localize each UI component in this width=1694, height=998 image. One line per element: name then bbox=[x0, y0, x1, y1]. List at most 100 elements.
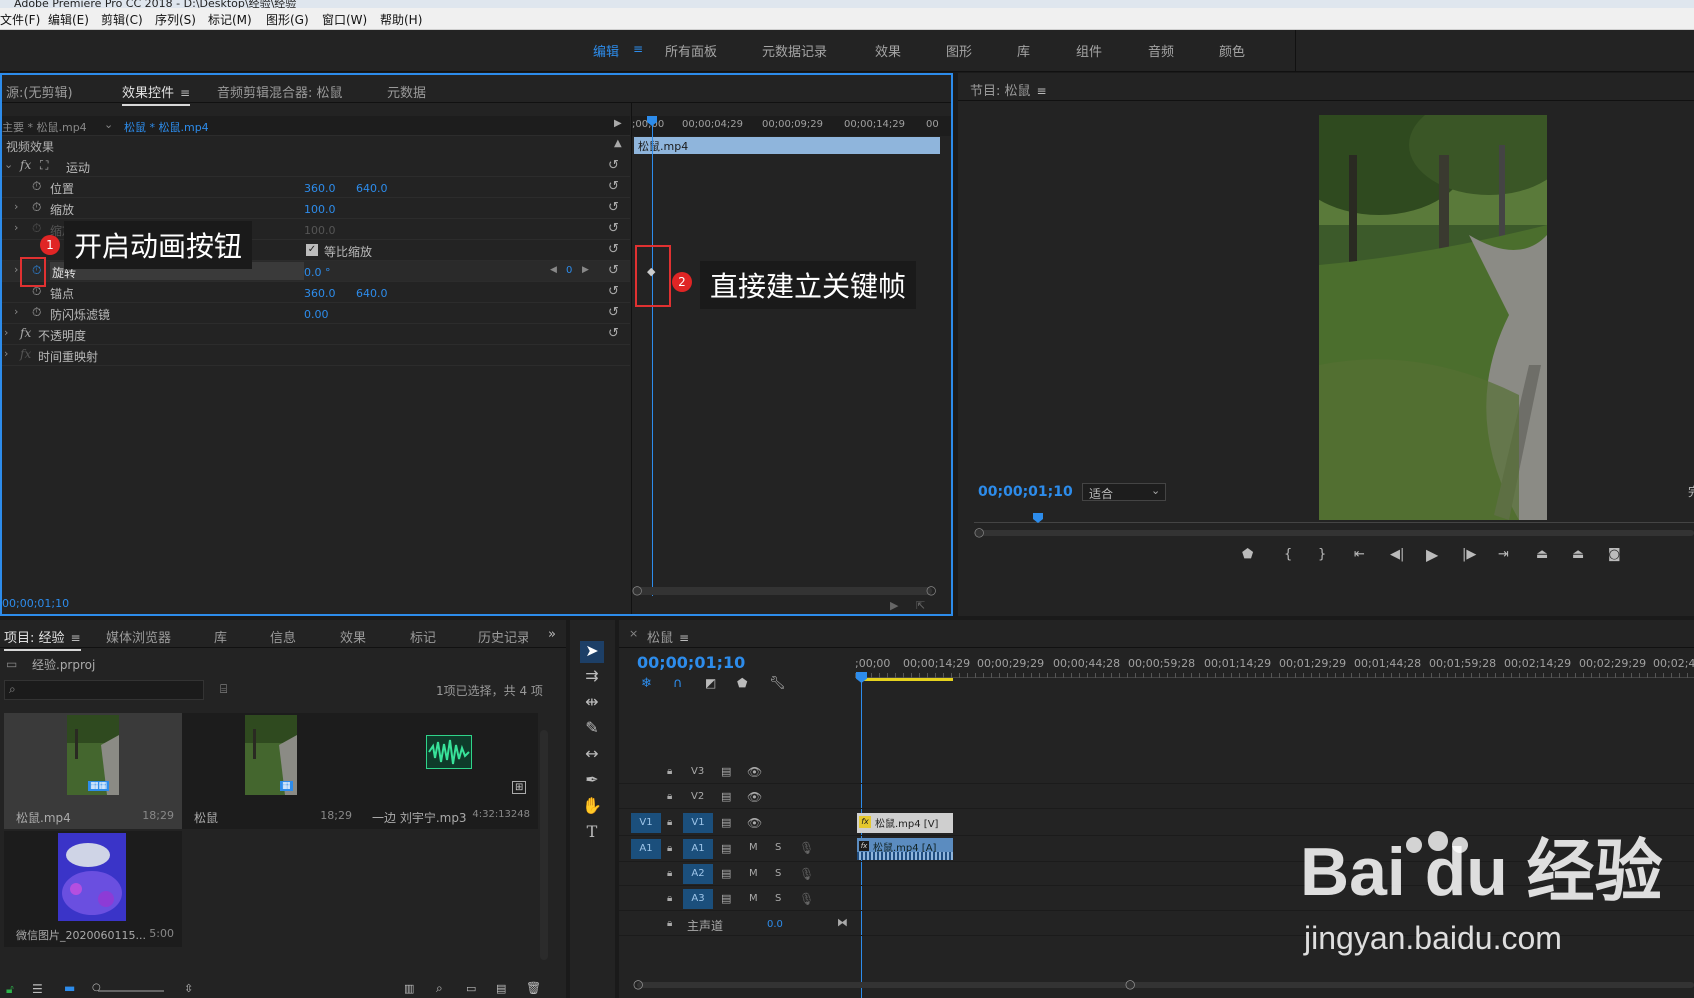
solo-button[interactable]: S bbox=[775, 842, 781, 853]
anchor-x-value[interactable]: 360.0 bbox=[304, 287, 336, 300]
sync-lock-icon[interactable]: ▤ bbox=[721, 816, 731, 829]
timeline-ruler[interactable]: ;00;00 00;00;14;29 00;00;29;29 00;00;44;… bbox=[855, 656, 1694, 678]
menu-marker[interactable]: 标记(M) bbox=[208, 11, 252, 28]
workspace-graphics[interactable]: 图形 bbox=[946, 41, 972, 60]
playhead-handle[interactable] bbox=[856, 672, 867, 683]
reset-icon[interactable]: ↺ bbox=[608, 305, 619, 320]
reset-icon[interactable]: ↺ bbox=[608, 200, 619, 215]
workspace-metadata[interactable]: 元数据记录 bbox=[762, 41, 827, 60]
project-search-input[interactable]: ⌕ bbox=[4, 680, 204, 700]
find-icon[interactable]: ⌸ bbox=[220, 682, 227, 697]
tab-libraries[interactable]: 库 bbox=[214, 627, 227, 646]
timeline-scrollbar[interactable] bbox=[637, 982, 1694, 988]
selection-tool-icon[interactable]: ➤ bbox=[580, 641, 604, 663]
play-only-clip-icon[interactable]: ▶ bbox=[614, 118, 622, 129]
audio-clip[interactable]: fx 松鼠.mp4 [A] bbox=[857, 838, 953, 860]
tab-project[interactable]: 项目: 经验 ≡ bbox=[4, 627, 81, 651]
master-volume-value[interactable]: 0.0 bbox=[767, 919, 783, 930]
mini-scrollbar[interactable] bbox=[632, 587, 932, 595]
flicker-value[interactable]: 0.00 bbox=[304, 308, 329, 321]
track-select-tool-icon[interactable]: ⇉ bbox=[580, 666, 604, 688]
step-back-icon[interactable]: ◀| bbox=[1390, 547, 1404, 562]
eye-icon[interactable]: 👁︎ bbox=[747, 790, 762, 804]
rotation-value[interactable]: 0.0 ° bbox=[304, 266, 331, 279]
play-icon[interactable]: ▶ bbox=[1426, 545, 1438, 564]
slip-tool-icon[interactable]: ↔ bbox=[580, 744, 604, 766]
scroll-handle-icon[interactable]: ○ bbox=[632, 583, 642, 597]
tab-program[interactable]: 节目: 松鼠 ≡ bbox=[970, 80, 1047, 99]
lock-icon[interactable]: 🔒︎ bbox=[667, 893, 672, 904]
tab-markers[interactable]: 标记 bbox=[410, 627, 436, 646]
linked-selection-icon[interactable]: ∩ bbox=[673, 676, 683, 691]
panel-menu-icon[interactable]: ≡ bbox=[1037, 84, 1047, 98]
extract-icon[interactable]: ⏏ bbox=[1572, 547, 1584, 562]
close-icon[interactable]: × bbox=[629, 627, 638, 640]
anchor-y-value[interactable]: 640.0 bbox=[356, 287, 388, 300]
panel-menu-icon[interactable]: ≡ bbox=[71, 631, 81, 645]
track-target-v1[interactable]: V1 bbox=[683, 813, 713, 833]
bin-item[interactable]: ⊞ 一边 刘宇宁.mp3 4:32:13248 bbox=[360, 713, 538, 829]
go-to-in-icon[interactable]: ⇤ bbox=[1354, 547, 1365, 562]
microphone-icon[interactable]: 🎙︎ bbox=[799, 867, 814, 881]
program-timecode[interactable]: 00;00;01;10 bbox=[978, 484, 1073, 500]
solo-button[interactable]: S bbox=[775, 893, 781, 904]
snap-icon[interactable]: ❄ bbox=[641, 676, 652, 691]
type-tool-icon[interactable]: T bbox=[580, 822, 604, 844]
tab-media-browser[interactable]: 媒体浏览器 bbox=[106, 627, 171, 646]
stopwatch-icon[interactable]: ⏱ bbox=[32, 200, 41, 215]
reset-icon[interactable]: ↺ bbox=[608, 179, 619, 194]
lock-icon[interactable]: 🔒︎ bbox=[667, 791, 672, 802]
reset-icon[interactable]: ↺ bbox=[608, 158, 619, 173]
wrench-icon[interactable]: 🔧︎ bbox=[769, 676, 786, 691]
source-patch-a1[interactable]: A1 bbox=[631, 839, 661, 859]
reset-icon[interactable]: ↺ bbox=[608, 221, 619, 236]
effect-time-remap-row[interactable]: › fx 时间重映射 bbox=[2, 345, 630, 366]
next-keyframe-icon[interactable]: ▶ bbox=[582, 265, 589, 275]
workspace-libraries[interactable]: 库 bbox=[1017, 41, 1030, 60]
tab-effects[interactable]: 效果 bbox=[340, 627, 366, 646]
tab-source[interactable]: 源:(无剪辑) bbox=[6, 82, 73, 101]
marker-icon[interactable]: ⬟ bbox=[737, 676, 747, 690]
lock-icon[interactable]: 🔒︎ bbox=[667, 843, 672, 854]
trash-icon[interactable]: 🗑︎ bbox=[526, 981, 541, 995]
sync-lock-icon[interactable]: ▤ bbox=[721, 867, 731, 880]
workspace-all-panels[interactable]: 所有面板 bbox=[665, 41, 717, 60]
project-scrollbar[interactable] bbox=[540, 730, 548, 960]
workspace-edit[interactable]: 编辑 bbox=[593, 41, 619, 60]
add-keyframe-icon[interactable]: 0 bbox=[566, 265, 572, 276]
chevron-right-icon[interactable]: › bbox=[14, 263, 18, 276]
mark-in-icon[interactable]: { bbox=[1284, 547, 1292, 562]
effect-opacity-row[interactable]: › fx 不透明度 ↺ bbox=[2, 324, 630, 345]
razor-tool-icon[interactable]: ✎ bbox=[580, 718, 604, 740]
menu-window[interactable]: 窗口(W) bbox=[322, 11, 367, 28]
effect-motion-row[interactable]: ⌄ fx ⛶ 运动 ↺ bbox=[2, 156, 630, 177]
bin-item[interactable]: ▦ 松鼠 18;29 bbox=[182, 713, 360, 829]
position-x-value[interactable]: 360.0 bbox=[304, 182, 336, 195]
step-forward-icon[interactable]: |▶ bbox=[1462, 547, 1476, 562]
tab-sequence[interactable]: 松鼠 ≡ bbox=[647, 627, 689, 646]
add-marker-icon[interactable]: ◩ bbox=[705, 676, 716, 690]
more-tabs-icon[interactable]: » bbox=[548, 627, 556, 642]
bin-item[interactable]: 微信图片_2020060115... 5:00 bbox=[4, 831, 182, 947]
sequence-clip-label[interactable]: 松鼠 * 松鼠.mp4 bbox=[124, 119, 209, 135]
tab-info[interactable]: 信息 bbox=[270, 627, 296, 646]
fx-icon[interactable]: fx bbox=[20, 347, 31, 361]
reset-icon[interactable]: ↺ bbox=[608, 326, 619, 341]
menu-edit[interactable]: 编辑(E) bbox=[48, 11, 89, 28]
prev-keyframe-icon[interactable]: ◀ bbox=[550, 265, 557, 275]
new-bin-icon[interactable]: ▭ bbox=[466, 982, 476, 995]
eye-icon[interactable]: 👁︎ bbox=[747, 816, 762, 830]
lock-icon[interactable]: 🔒︎ bbox=[667, 868, 672, 879]
add-marker-icon[interactable]: ⬟ bbox=[1242, 547, 1253, 562]
chevron-right-icon[interactable]: › bbox=[14, 305, 18, 318]
mini-clip-bar[interactable]: 松鼠.mp4 bbox=[634, 137, 940, 154]
transform-icon[interactable]: ⛶ bbox=[40, 158, 48, 173]
microphone-icon[interactable]: 🎙︎ bbox=[799, 841, 814, 855]
scale-value[interactable]: 100.0 bbox=[304, 203, 336, 216]
menu-sequence[interactable]: 序列(S) bbox=[155, 11, 196, 28]
zoom-slider[interactable] bbox=[98, 990, 164, 992]
workspace-assembly[interactable]: 组件 bbox=[1076, 41, 1102, 60]
chevron-right-icon[interactable]: › bbox=[14, 221, 18, 234]
master-clip-label[interactable]: 主要 * 松鼠.mp4 bbox=[2, 119, 87, 135]
menu-help[interactable]: 帮助(H) bbox=[380, 11, 422, 28]
